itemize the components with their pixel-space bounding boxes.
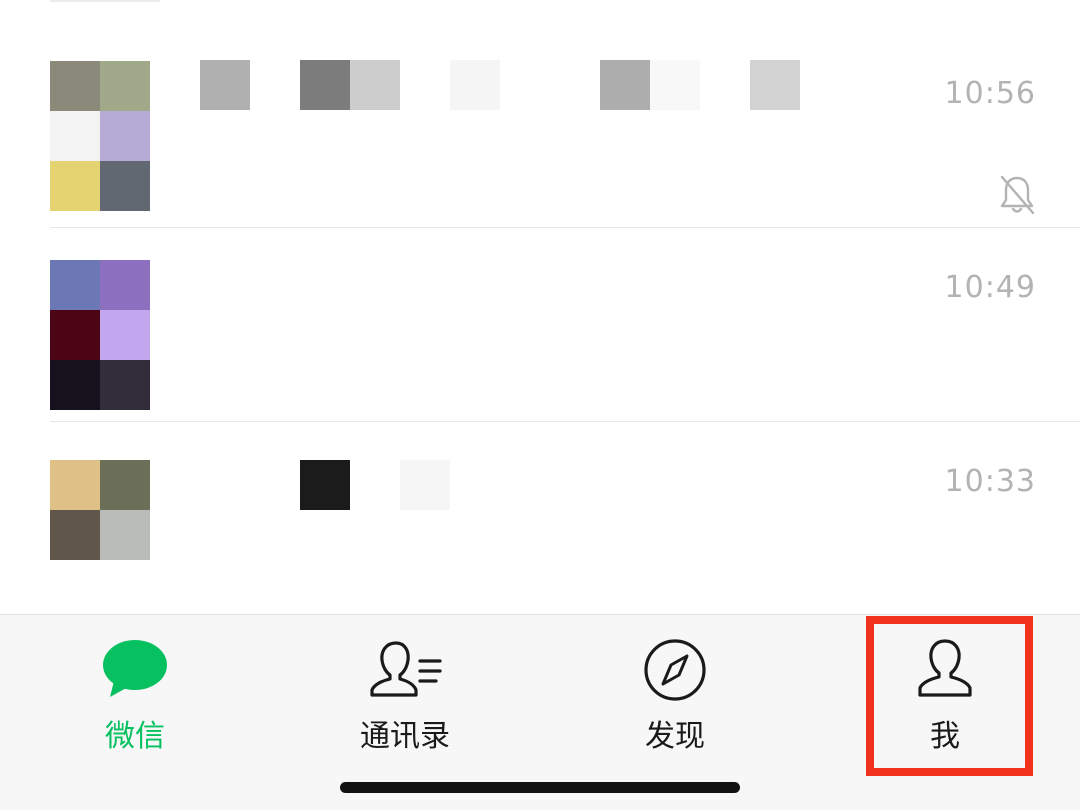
avatar-cell bbox=[50, 161, 100, 211]
redacted-name-block bbox=[300, 60, 350, 110]
group-avatar bbox=[50, 61, 150, 211]
redacted-name-block bbox=[400, 460, 450, 510]
avatar-cell bbox=[50, 360, 100, 410]
home-indicator[interactable] bbox=[340, 782, 740, 793]
chat-row[interactable]: 10:33 bbox=[0, 422, 1080, 616]
tab-chats[interactable]: 微信 bbox=[0, 615, 270, 765]
avatar-cell bbox=[100, 161, 150, 211]
avatar-cell bbox=[50, 510, 100, 560]
tab-discover[interactable]: 发现 bbox=[540, 615, 810, 765]
highlight-annotation-box bbox=[866, 616, 1033, 776]
contacts-icon bbox=[370, 637, 442, 701]
chat-list: 10:56 10:49 10:33 bbox=[0, 0, 1080, 616]
tab-label: 通讯录 bbox=[360, 719, 450, 754]
redacted-name-block bbox=[450, 60, 500, 110]
chat-time: 10:33 bbox=[944, 464, 1036, 499]
redacted-name-block bbox=[350, 60, 400, 110]
redacted-name-block bbox=[300, 460, 350, 510]
group-avatar bbox=[50, 260, 150, 410]
avatar-cell bbox=[100, 460, 150, 510]
compass-icon bbox=[640, 637, 710, 701]
avatar-cell bbox=[100, 260, 150, 310]
avatar-cell bbox=[50, 111, 100, 161]
group-avatar bbox=[50, 460, 150, 560]
redacted-name-block bbox=[600, 60, 650, 110]
wechat-screen: 10:56 10:49 10:33 微信 通讯录 发现 我 bbox=[0, 0, 1080, 810]
avatar-cell bbox=[50, 310, 100, 360]
avatar-cell bbox=[100, 61, 150, 111]
avatar-cell bbox=[50, 260, 100, 310]
tab-label: 发现 bbox=[645, 719, 705, 754]
avatar-cell bbox=[100, 510, 150, 560]
redacted-name-block bbox=[750, 60, 800, 110]
mute-bell-icon bbox=[998, 174, 1036, 216]
chat-bubble-icon bbox=[100, 637, 170, 701]
avatar-cell bbox=[100, 111, 150, 161]
tab-contacts[interactable]: 通讯录 bbox=[270, 615, 540, 765]
avatar-cell bbox=[100, 310, 150, 360]
avatar-cell bbox=[50, 460, 100, 510]
chat-row[interactable]: 10:49 bbox=[0, 228, 1080, 422]
avatar-cell bbox=[50, 61, 100, 111]
tab-label: 微信 bbox=[105, 719, 165, 754]
redacted-name-block bbox=[650, 60, 700, 110]
divider bbox=[50, 0, 160, 2]
chat-time: 10:56 bbox=[944, 76, 1036, 111]
redacted-name-block bbox=[200, 60, 250, 110]
chat-row[interactable]: 10:56 bbox=[0, 34, 1080, 228]
avatar-cell bbox=[100, 360, 150, 410]
chat-time: 10:49 bbox=[944, 270, 1036, 305]
